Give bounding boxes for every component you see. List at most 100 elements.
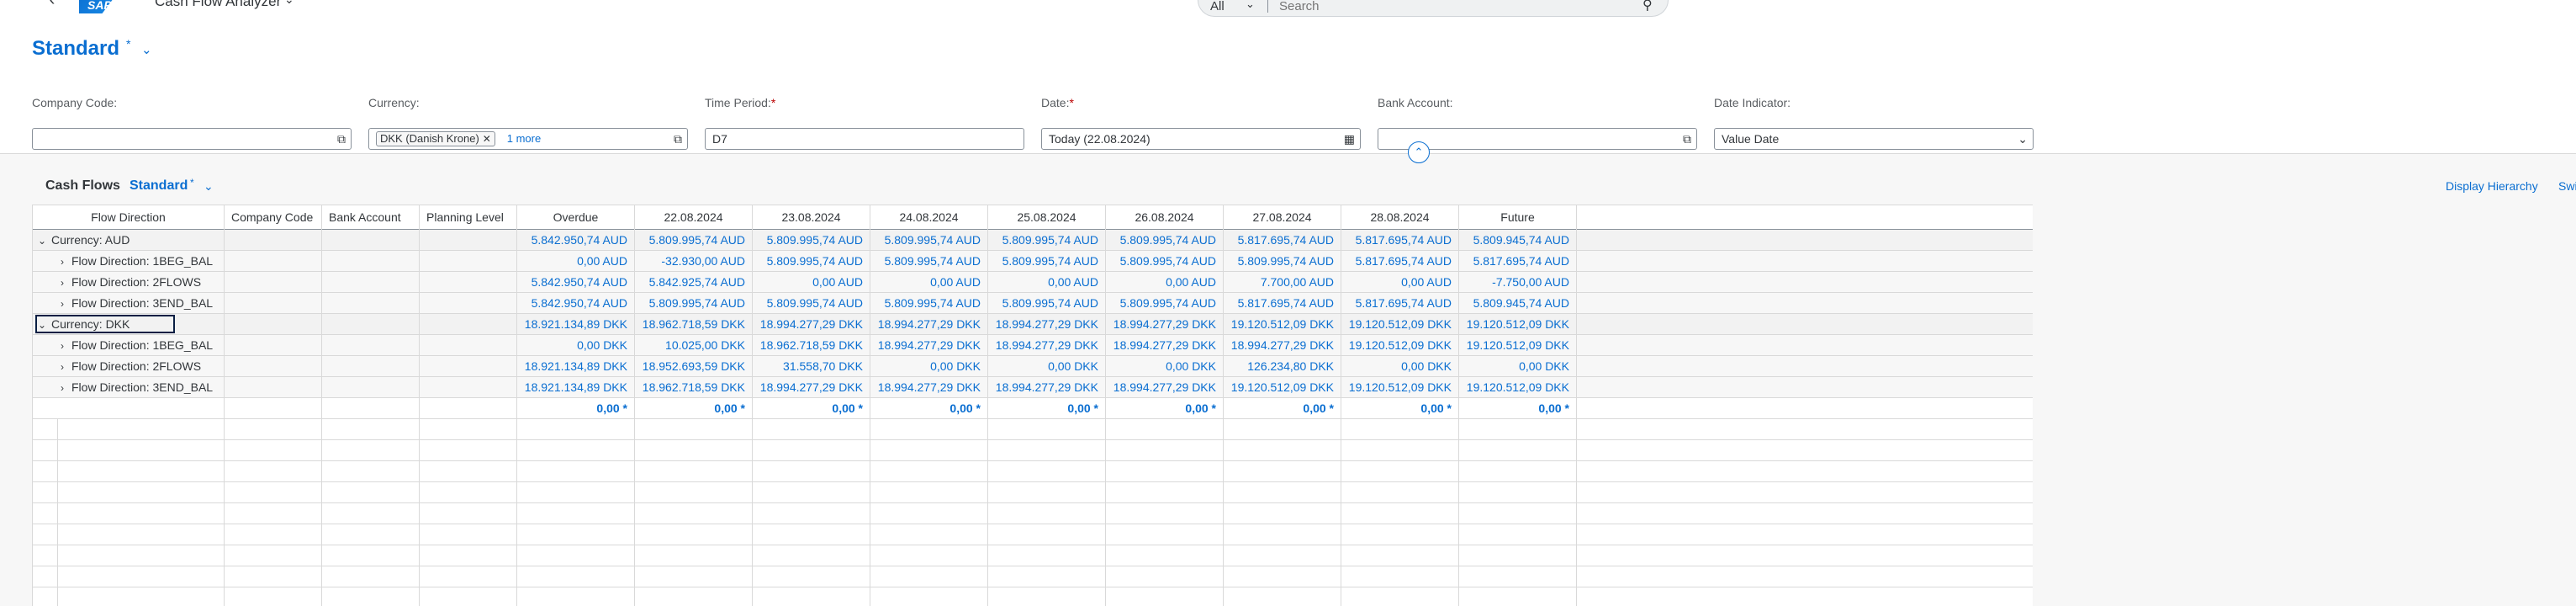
amount-cell[interactable]: 19.120.512,09 DKK [1224, 314, 1341, 334]
date-indicator-select[interactable]: Value Date ⌄ [1714, 128, 2034, 150]
chevron-right-icon[interactable]: › [56, 336, 68, 355]
amount-cell[interactable]: 5.817.695,74 AUD [1224, 230, 1341, 250]
column-header[interactable]: Planning Level [420, 205, 517, 230]
amount-cell[interactable]: 5.809.995,74 AUD [988, 230, 1106, 250]
value-help-icon[interactable]: ⧉ [674, 132, 682, 146]
column-header[interactable]: Future [1459, 205, 1577, 230]
amount-cell[interactable]: 0,00 DKK [1106, 356, 1224, 376]
amount-cell[interactable]: 19.120.512,09 DKK [1459, 377, 1577, 397]
amount-cell[interactable]: 19.120.512,09 DKK [1341, 335, 1459, 355]
amount-cell[interactable]: 0,00 * [870, 398, 988, 418]
amount-cell[interactable]: 0,00 * [517, 398, 635, 418]
amount-cell[interactable]: 5.817.695,74 AUD [1224, 293, 1341, 313]
variant-title[interactable]: Standard [32, 37, 119, 61]
amount-cell[interactable]: 18.994.277,29 DKK [1106, 377, 1224, 397]
amount-cell[interactable]: 0,00 AUD [870, 272, 988, 292]
column-header[interactable]: 25.08.2024 [988, 205, 1106, 230]
amount-cell[interactable]: 5.809.995,74 AUD [635, 230, 753, 250]
amount-cell[interactable]: 19.120.512,09 DKK [1459, 314, 1577, 334]
amount-cell[interactable]: 31.558,70 DKK [753, 356, 870, 376]
amount-cell[interactable]: 0,00 * [1341, 398, 1459, 418]
currency-input[interactable]: DKK (Danish Krone) ✕ 1 more ⧉ [368, 128, 688, 150]
amount-cell[interactable]: 18.952.693,59 DKK [635, 356, 753, 376]
amount-cell[interactable]: 0,00 * [1224, 398, 1341, 418]
table-row[interactable]: ⌄ Currency: AUD 5.842.950,74 AUD 5.809.995,… [33, 230, 2033, 251]
table-row[interactable]: › Flow Direction: 3END_BAL 18.921.134,89 D… [33, 377, 2033, 398]
chevron-down-icon[interactable]: ⌄ [1246, 0, 1255, 11]
amount-cell[interactable]: 18.994.277,29 DKK [753, 377, 870, 397]
total-row[interactable]: 0,00 * 0,00 * 0,00 * 0,00 * 0,00 * 0,00 * 0,00… [33, 398, 2033, 419]
amount-cell[interactable]: 5.817.695,74 AUD [1341, 230, 1459, 250]
amount-cell[interactable]: 0,00 AUD [517, 251, 635, 271]
chevron-down-icon[interactable]: ⌄ [284, 0, 294, 7]
amount-cell[interactable]: 5.809.995,74 AUD [1106, 293, 1224, 313]
table-row[interactable]: ⌄ Currency: DKK 18.921.134,89 DKK 18.962.71… [33, 314, 2033, 335]
amount-cell[interactable]: 18.962.718,59 DKK [635, 377, 753, 397]
amount-cell[interactable]: 0,00 AUD [1106, 272, 1224, 292]
table-row[interactable]: › Flow Direction: 1BEG_BAL 0,00 DKK 10.025,… [33, 335, 2033, 356]
amount-cell[interactable]: 18.921.134,89 DKK [517, 314, 635, 334]
chevron-down-icon[interactable]: ⌄ [204, 179, 214, 194]
table-row[interactable]: › Flow Direction: 2FLOWS 5.842.950,74 AUD 5… [33, 272, 2033, 293]
amount-cell[interactable]: 5.809.995,74 AUD [1224, 251, 1341, 271]
chevron-right-icon[interactable]: › [56, 252, 68, 271]
app-title[interactable]: Cash Flow Analyzer [155, 0, 281, 10]
amount-cell[interactable]: 0,00 * [635, 398, 753, 418]
currency-token[interactable]: DKK (Danish Krone) ✕ [376, 131, 495, 146]
value-help-icon[interactable]: ⧉ [1683, 132, 1691, 146]
amount-cell[interactable]: 0,00 * [988, 398, 1106, 418]
amount-cell[interactable]: -32.930,00 AUD [635, 251, 753, 271]
chevron-down-icon[interactable]: ⌄ [2018, 132, 2028, 146]
amount-cell[interactable]: 18.962.718,59 DKK [635, 314, 753, 334]
amount-cell[interactable]: 0,00 * [1459, 398, 1577, 418]
amount-cell[interactable]: 18.962.718,59 DKK [753, 335, 870, 355]
amount-cell[interactable]: 5.809.995,74 AUD [753, 251, 870, 271]
column-header[interactable]: 24.08.2024 [870, 205, 988, 230]
table-row[interactable]: › Flow Direction: 3END_BAL 5.842.950,74 AU… [33, 293, 2033, 314]
amount-cell[interactable]: 5.842.925,74 AUD [635, 272, 753, 292]
amount-cell[interactable]: 18.994.277,29 DKK [1224, 335, 1341, 355]
amount-cell[interactable]: 5.809.995,74 AUD [635, 293, 753, 313]
chevron-down-icon[interactable]: ⌄ [36, 231, 48, 250]
amount-cell[interactable]: 5.809.995,74 AUD [753, 230, 870, 250]
time-period-input[interactable]: D7 [705, 128, 1024, 150]
amount-cell[interactable]: 5.817.695,74 AUD [1341, 251, 1459, 271]
amount-cell[interactable]: 18.994.277,29 DKK [988, 335, 1106, 355]
column-header[interactable]: 28.08.2024 [1341, 205, 1459, 230]
column-header[interactable]: 23.08.2024 [753, 205, 870, 230]
amount-cell[interactable]: 5.842.950,74 AUD [517, 293, 635, 313]
amount-cell[interactable]: 18.921.134,89 DKK [517, 356, 635, 376]
amount-cell[interactable]: 19.120.512,09 DKK [1224, 377, 1341, 397]
amount-cell[interactable]: 19.120.512,09 DKK [1459, 335, 1577, 355]
amount-cell[interactable]: 5.809.995,74 AUD [753, 293, 870, 313]
amount-cell[interactable]: 5.817.695,74 AUD [1341, 293, 1459, 313]
amount-cell[interactable]: 126.234,80 DKK [1224, 356, 1341, 376]
amount-cell[interactable]: 5.809.995,74 AUD [1106, 251, 1224, 271]
amount-cell[interactable]: 5.809.995,74 AUD [988, 293, 1106, 313]
chevron-right-icon[interactable]: › [56, 378, 68, 397]
amount-cell[interactable]: 0,00 AUD [753, 272, 870, 292]
search-scope-select[interactable]: All [1210, 0, 1225, 13]
back-icon[interactable]: ‹ [42, 0, 62, 10]
amount-cell[interactable]: 18.994.277,29 DKK [1106, 314, 1224, 334]
amount-cell[interactable]: 18.994.277,29 DKK [870, 377, 988, 397]
column-header[interactable]: 26.08.2024 [1106, 205, 1224, 230]
search-icon[interactable]: ⚲ [1642, 0, 1653, 13]
table-row[interactable]: › Flow Direction: 2FLOWS 18.921.134,89 DKK… [33, 356, 2033, 377]
amount-cell[interactable]: 5.809.995,74 AUD [1106, 230, 1224, 250]
amount-cell[interactable]: 5.842.950,74 AUD [517, 230, 635, 250]
value-help-icon[interactable]: ⧉ [337, 132, 346, 146]
amount-cell[interactable]: 5.809.995,74 AUD [870, 293, 988, 313]
column-header[interactable]: 27.08.2024 [1224, 205, 1341, 230]
more-link[interactable]: 1 more [507, 132, 541, 145]
amount-cell[interactable]: 5.809.945,74 AUD [1459, 293, 1577, 313]
amount-cell[interactable]: 19.120.512,09 DKK [1341, 377, 1459, 397]
amount-cell[interactable]: 18.994.277,29 DKK [988, 377, 1106, 397]
amount-cell[interactable]: 0,00 AUD [988, 272, 1106, 292]
variant-chevron-down-icon[interactable]: ⌄ [141, 42, 152, 57]
chevron-right-icon[interactable]: › [56, 273, 68, 292]
amount-cell[interactable]: 5.809.995,74 AUD [870, 251, 988, 271]
amount-cell[interactable]: 18.994.277,29 DKK [753, 314, 870, 334]
switch-button[interactable]: Swi [2558, 179, 2576, 193]
table-row[interactable]: › Flow Direction: 1BEG_BAL 0,00 AUD -32.930… [33, 251, 2033, 272]
